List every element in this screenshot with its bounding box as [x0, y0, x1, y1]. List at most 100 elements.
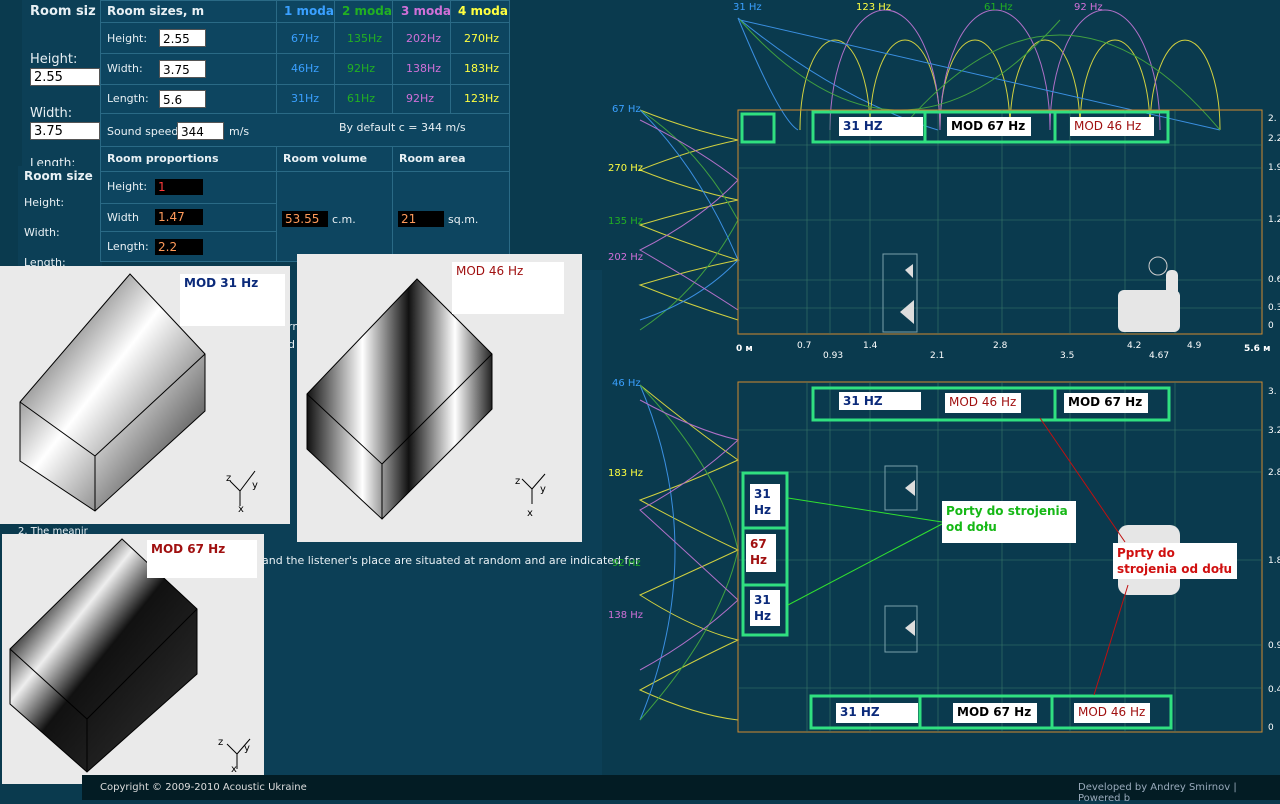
table-title: Room sizes, m: [107, 4, 205, 18]
row-height-label: Height:: [107, 32, 148, 45]
side-label: 135 Hz: [608, 216, 643, 227]
svg-text:4.67: 4.67: [1149, 351, 1169, 360]
port-note-red: Pprty do strojenia od dołu: [1113, 543, 1237, 579]
freq-cell: 183Hz: [464, 62, 500, 75]
area-title: Room area: [399, 152, 466, 165]
room-size-title: Room siz: [30, 4, 96, 19]
svg-text:0: 0: [1268, 723, 1274, 733]
left-waves-bottom: [638, 384, 740, 721]
prop-length-label: Length:: [107, 240, 149, 253]
axis-x: x: [231, 764, 237, 775]
svg-text:0.9: 0.9: [1268, 641, 1280, 651]
mode-1-header: 1 moda: [284, 4, 334, 18]
top-label: 61 Hz: [984, 2, 1013, 13]
plan-frame: [737, 109, 1263, 335]
bottom-box-bot-67: MOD 67 Hz: [953, 703, 1037, 723]
width-value-input[interactable]: 3.75: [159, 60, 206, 78]
side-label: 67 Hz: [612, 104, 641, 115]
divider: [392, 146, 393, 261]
mod31-label: MOD 31 Hz: [180, 274, 285, 326]
svg-text:3.: 3.: [1268, 387, 1277, 397]
svg-text:0.93: 0.93: [823, 351, 843, 360]
port-note-green: Porty do strojenia od dołu: [942, 501, 1076, 543]
divider: [101, 203, 276, 204]
freq-cell: 61Hz: [347, 92, 376, 105]
side-label: 92 Hz: [612, 558, 641, 569]
axis-z: z: [218, 737, 223, 748]
prop-length-value: 2.2: [155, 239, 203, 255]
svg-text:0.6: 0.6: [1268, 275, 1280, 285]
volume-unit: c.m.: [332, 213, 356, 226]
svg-text:2.: 2.: [1268, 114, 1277, 124]
axis-y: y: [244, 743, 250, 754]
axis-x: x: [238, 504, 244, 515]
mod46-render: z y x MOD 46 Hz: [297, 254, 582, 542]
default-note: By default c = 344 m/s: [339, 121, 466, 134]
top-label: 123 Hz: [856, 2, 891, 13]
side-label: 270 Hz: [608, 163, 643, 174]
mod46-label: MOD 46 Hz: [452, 262, 564, 314]
room-size-title-2: Room size: [24, 169, 93, 183]
height-input[interactable]: 2.55: [30, 68, 100, 86]
divider: [101, 22, 509, 23]
svg-text:0.7: 0.7: [797, 341, 811, 351]
freq-cell: 46Hz: [291, 62, 320, 75]
sound-speed-label: Sound speed:: [107, 125, 183, 138]
freq-cell: 202Hz: [406, 32, 442, 45]
divider: [450, 1, 451, 113]
top-box-31: 31 HZ: [839, 117, 923, 136]
bottom-box-top-67: MOD 67 Hz: [1064, 393, 1148, 413]
footer-credit[interactable]: Developed by Andrey Smirnov | Powered b: [1078, 782, 1280, 804]
volume-title: Room volume: [283, 152, 368, 165]
axis-y: y: [252, 480, 258, 491]
divider: [392, 1, 393, 113]
divider: [276, 146, 277, 261]
height-label: Height:: [30, 52, 78, 67]
prop-title: Room proportions: [107, 152, 219, 165]
hidden-text: and the listener's place are situated at…: [262, 554, 640, 567]
svg-text:1.9: 1.9: [1268, 163, 1280, 173]
mod31-render: z y x MOD 31 Hz: [0, 266, 290, 524]
svg-text:2.8: 2.8: [993, 341, 1008, 351]
bottom-box-top-31: 31 HZ: [839, 392, 921, 410]
divider: [101, 84, 509, 85]
svg-text:2.2: 2.2: [1268, 134, 1280, 144]
svg-text:3.2: 3.2: [1268, 426, 1280, 436]
prop-width-label: Width: [107, 211, 139, 224]
svg-text:2.8: 2.8: [1268, 468, 1280, 478]
side-label: 202 Hz: [608, 252, 643, 263]
axis-z: z: [226, 473, 231, 484]
divider: [276, 1, 277, 113]
svg-text:1.4: 1.4: [863, 341, 878, 351]
svg-text:5.6 м: 5.6 м: [1244, 344, 1270, 354]
prop-width-value: 1.47: [155, 209, 203, 225]
sound-speed-unit: m/s: [229, 125, 250, 138]
width-input[interactable]: 3.75: [30, 122, 100, 140]
footer-bar: Copyright © 2009-2010 Acoustic Ukraine D…: [82, 775, 1280, 804]
area-value: 21: [398, 211, 444, 227]
mode-3-header: 3 moda: [401, 4, 451, 18]
sound-speed-input[interactable]: 344: [177, 122, 224, 140]
svg-text:3.5: 3.5: [1060, 351, 1074, 360]
freq-cell: 138Hz: [406, 62, 442, 75]
volume-value: 53.55: [282, 211, 328, 227]
svg-text:4.2: 4.2: [1127, 341, 1141, 351]
top-box-67: MOD 67 Hz: [947, 117, 1031, 136]
axis-z: z: [515, 476, 520, 487]
svg-text:0.4: 0.4: [1268, 685, 1280, 695]
divider: [334, 1, 335, 113]
left-partial-panel: Room siz Height: 2.55 Width: 3.75 Length…: [22, 0, 101, 170]
divider: [101, 231, 276, 232]
bottom-box-side-31a: 31 Hz: [750, 484, 780, 520]
svg-text:1.8: 1.8: [1268, 556, 1280, 566]
bottom-box-bot-46: MOD 46 Hz: [1074, 703, 1150, 723]
divider: [101, 53, 509, 54]
height-value-input[interactable]: 2.55: [159, 29, 206, 47]
mode-4-header: 4 moda: [458, 4, 508, 18]
freq-cell: 92Hz: [347, 62, 376, 75]
length-value-input[interactable]: 5.6: [159, 90, 206, 108]
top-label: 31 Hz: [733, 2, 762, 13]
axis-x: x: [527, 508, 533, 519]
mod67-label: MOD 67 Hz: [147, 540, 257, 578]
top-mode-chart: 31 Hz 123 Hz 61 Hz 92 Hz 67 Hz 270 Hz 13…: [608, 2, 1280, 360]
